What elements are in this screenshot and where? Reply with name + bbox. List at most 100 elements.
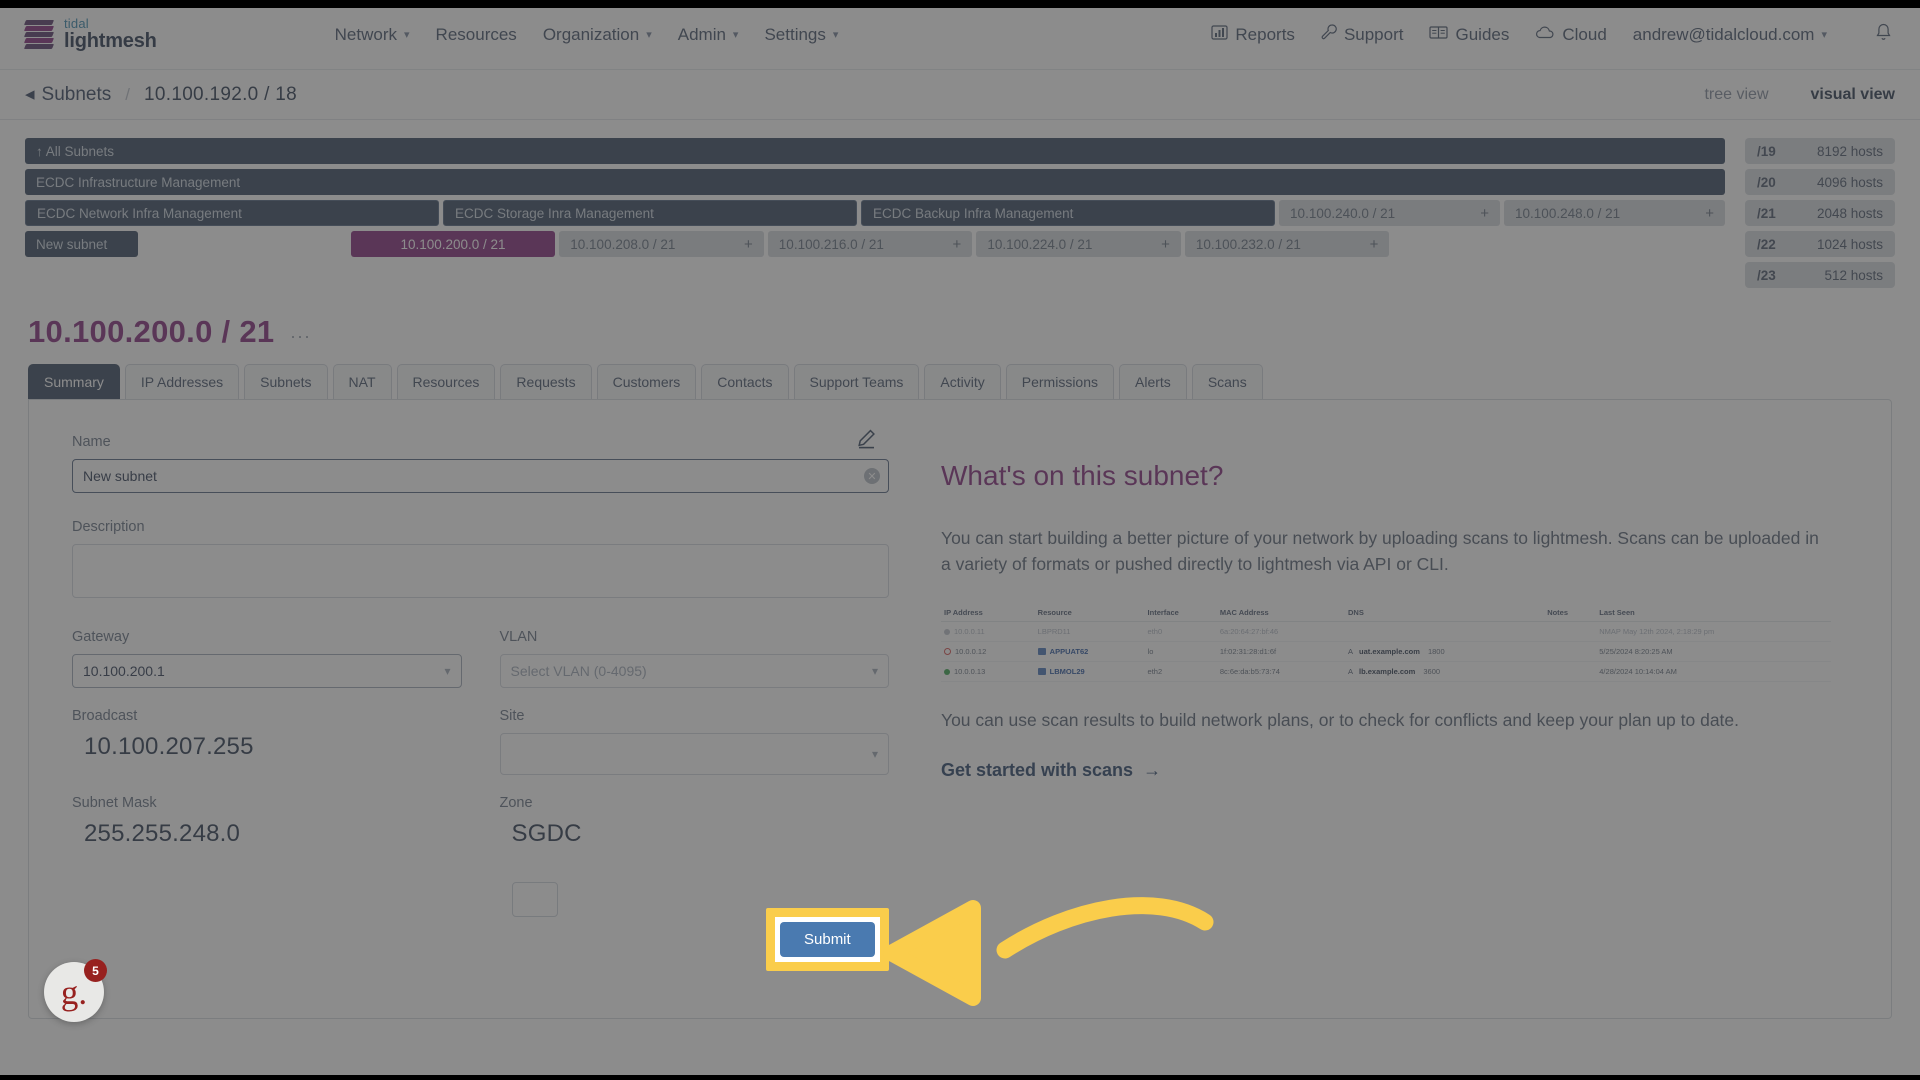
description-field-label: Description: [72, 519, 145, 535]
gateway-vlan-row: Gateway 10.100.200.1 ▾ VLAN Select VLAN …: [72, 629, 889, 688]
tree-view-option[interactable]: tree view: [1704, 86, 1768, 104]
secondary-nav-items: Reports Support Guides Cloud andrew@tida…: [1211, 23, 1892, 47]
clear-icon[interactable]: ✕: [864, 468, 880, 484]
tab-contacts[interactable]: Contacts: [701, 364, 789, 399]
plus-icon[interactable]: +: [1370, 236, 1379, 253]
account-menu[interactable]: andrew@tidalcloud.com ▾: [1633, 25, 1827, 45]
map-block-all-subnets[interactable]: ↑ All Subnets: [25, 138, 1725, 164]
chevron-down-icon: ▾: [404, 29, 410, 41]
mask-hosts: 2048 hosts: [1816, 205, 1883, 221]
map-block-10-100-232-0[interactable]: 10.100.232.0 / 21 +: [1184, 231, 1390, 257]
chevron-down-icon: ▾: [444, 664, 451, 678]
breadcrumb-separator: /: [125, 84, 131, 104]
get-started-with-scans-link[interactable]: Get started with scans →: [941, 760, 1161, 781]
tab-alerts[interactable]: Alerts: [1119, 364, 1187, 399]
map-block-10-100-208-0[interactable]: 10.100.208.0 / 21 +: [559, 231, 764, 257]
brand-logo[interactable]: tidal lightmesh: [23, 17, 157, 52]
nav-item-settings[interactable]: Settings ▾: [764, 25, 838, 45]
tab-summary[interactable]: Summary: [28, 364, 120, 399]
map-block-ecdc-infrastructure[interactable]: ECDC Infrastructure Management: [25, 169, 1725, 195]
cancel-button[interactable]: [511, 882, 558, 917]
vlan-field-label: VLAN: [499, 629, 538, 645]
promo-paragraph-1: You can start building a better picture …: [941, 528, 1819, 574]
plus-icon[interactable]: +: [744, 236, 753, 253]
plus-icon[interactable]: +: [1705, 205, 1714, 222]
pencil-icon[interactable]: [855, 428, 877, 455]
brand-name-bottom: lightmesh: [64, 29, 157, 52]
map-block-label: 10.100.248.0 / 21: [1515, 205, 1621, 221]
breadcrumb-back-link[interactable]: ◂ Subnets: [25, 83, 111, 106]
nav-item-reports[interactable]: Reports: [1211, 25, 1295, 45]
nav-item-organization[interactable]: Organization ▾: [543, 25, 652, 45]
mask-label: /22: [1757, 236, 1776, 252]
vlan-select[interactable]: Select VLAN (0-4095) ▾: [499, 654, 889, 688]
tab-requests[interactable]: Requests: [500, 364, 592, 399]
resource-icon: [1037, 668, 1046, 676]
mask-legend-item-21[interactable]: /21 2048 hosts: [1745, 200, 1895, 226]
map-block-label: ECDC Network Infra Management: [37, 205, 242, 221]
map-block-network-infra[interactable]: ECDC Network Infra Management: [25, 200, 440, 226]
map-block-backup-infra[interactable]: ECDC Backup Infra Management: [861, 200, 1276, 226]
wrench-icon: [1321, 24, 1337, 45]
gateway-select[interactable]: 10.100.200.1 ▾: [72, 654, 462, 688]
map-block-label: 10.100.216.0 / 21: [778, 236, 884, 252]
map-block-new-subnet[interactable]: New subnet: [25, 231, 139, 257]
table-row: 10.0.0.11 LBPRD11 eth0 6a:20:64:27:bf:46…: [941, 621, 1831, 642]
th-notes: Notes: [1544, 603, 1597, 622]
subnet-title-row: 10.100.200.0 / 21 ...: [0, 288, 1920, 350]
map-block-storage-infra[interactable]: ECDC Storage Inra Management: [443, 200, 858, 226]
page-title: 10.100.200.0 / 21: [28, 314, 275, 349]
tab-customers[interactable]: Customers: [596, 364, 697, 399]
map-block-10-100-240-0[interactable]: 10.100.240.0 / 21 +: [1279, 200, 1501, 226]
subnet-tabs: Summary IP Addresses Subnets NAT Resourc…: [0, 350, 1920, 399]
map-block-10-100-216-0[interactable]: 10.100.216.0 / 21 +: [767, 231, 973, 257]
mask-legend-item-22[interactable]: /22 1024 hosts: [1745, 231, 1895, 257]
nav-item-cloud[interactable]: Cloud: [1535, 24, 1607, 45]
map-block-label: 10.100.200.0 / 21: [400, 236, 506, 252]
nav-item-guides[interactable]: Guides: [1429, 25, 1509, 45]
plus-icon[interactable]: +: [953, 236, 962, 253]
tab-resources[interactable]: Resources: [396, 364, 496, 399]
th-interface: Interface: [1144, 603, 1217, 622]
map-block-10-100-248-0[interactable]: 10.100.248.0 / 21 +: [1504, 200, 1726, 226]
nav-item-support[interactable]: Support: [1321, 24, 1403, 45]
plus-icon[interactable]: +: [1480, 205, 1489, 222]
nav-item-cloud-label: Cloud: [1562, 24, 1607, 44]
description-textarea[interactable]: [72, 544, 889, 598]
visual-view-option[interactable]: visual view: [1811, 86, 1896, 104]
zone-value: SGDC: [511, 820, 582, 847]
site-select[interactable]: ▾: [499, 733, 889, 775]
account-email-label: andrew@tidalcloud.com: [1632, 24, 1815, 44]
submit-button[interactable]: Submit: [780, 922, 875, 957]
tab-activity[interactable]: Activity: [924, 364, 1001, 399]
brand-text: tidal lightmesh: [64, 17, 157, 52]
tab-support-teams[interactable]: Support Teams: [793, 364, 920, 399]
map-row: ECDC Infrastructure Management: [25, 169, 1725, 195]
top-navigation-bar: tidal lightmesh Network ▾ Resources Orga…: [0, 0, 1920, 70]
mask-legend-item-19[interactable]: /19 8192 hosts: [1745, 138, 1895, 164]
nav-item-network[interactable]: Network ▾: [335, 25, 410, 45]
mask-legend-item-23[interactable]: /23 512 hosts: [1745, 262, 1895, 288]
plus-icon[interactable]: +: [1161, 236, 1170, 253]
summary-panel: Name ✕ Description Gateway 10.100.200.1 …: [28, 399, 1892, 1019]
mask-legend-item-20[interactable]: /20 4096 hosts: [1745, 169, 1895, 195]
tab-subnets[interactable]: Subnets: [244, 364, 328, 399]
name-input[interactable]: [72, 459, 889, 493]
tab-ip-addresses[interactable]: IP Addresses: [124, 364, 240, 399]
promo-heading: What's on this subnet?: [941, 460, 1224, 491]
tab-permissions[interactable]: Permissions: [1005, 364, 1115, 399]
letterbox-bottom: [0, 1075, 1920, 1080]
nav-item-reports-label: Reports: [1235, 24, 1295, 44]
more-options-icon[interactable]: ...: [290, 322, 311, 343]
nav-item-resources[interactable]: Resources: [436, 25, 517, 45]
status-alert-icon: [944, 648, 951, 656]
map-block-10-100-200-0-selected[interactable]: 10.100.200.0 / 21: [350, 231, 556, 257]
map-block-10-100-224-0[interactable]: 10.100.224.0 / 21 +: [976, 231, 1181, 257]
tab-nat[interactable]: NAT: [332, 364, 392, 399]
notifications-button[interactable]: [1875, 23, 1892, 47]
bell-icon: [1875, 23, 1892, 47]
help-widget[interactable]: g. 5: [44, 959, 107, 1022]
brand-name-top: tidal: [64, 16, 89, 32]
tab-scans[interactable]: Scans: [1191, 364, 1263, 399]
nav-item-admin[interactable]: Admin ▾: [678, 25, 739, 45]
